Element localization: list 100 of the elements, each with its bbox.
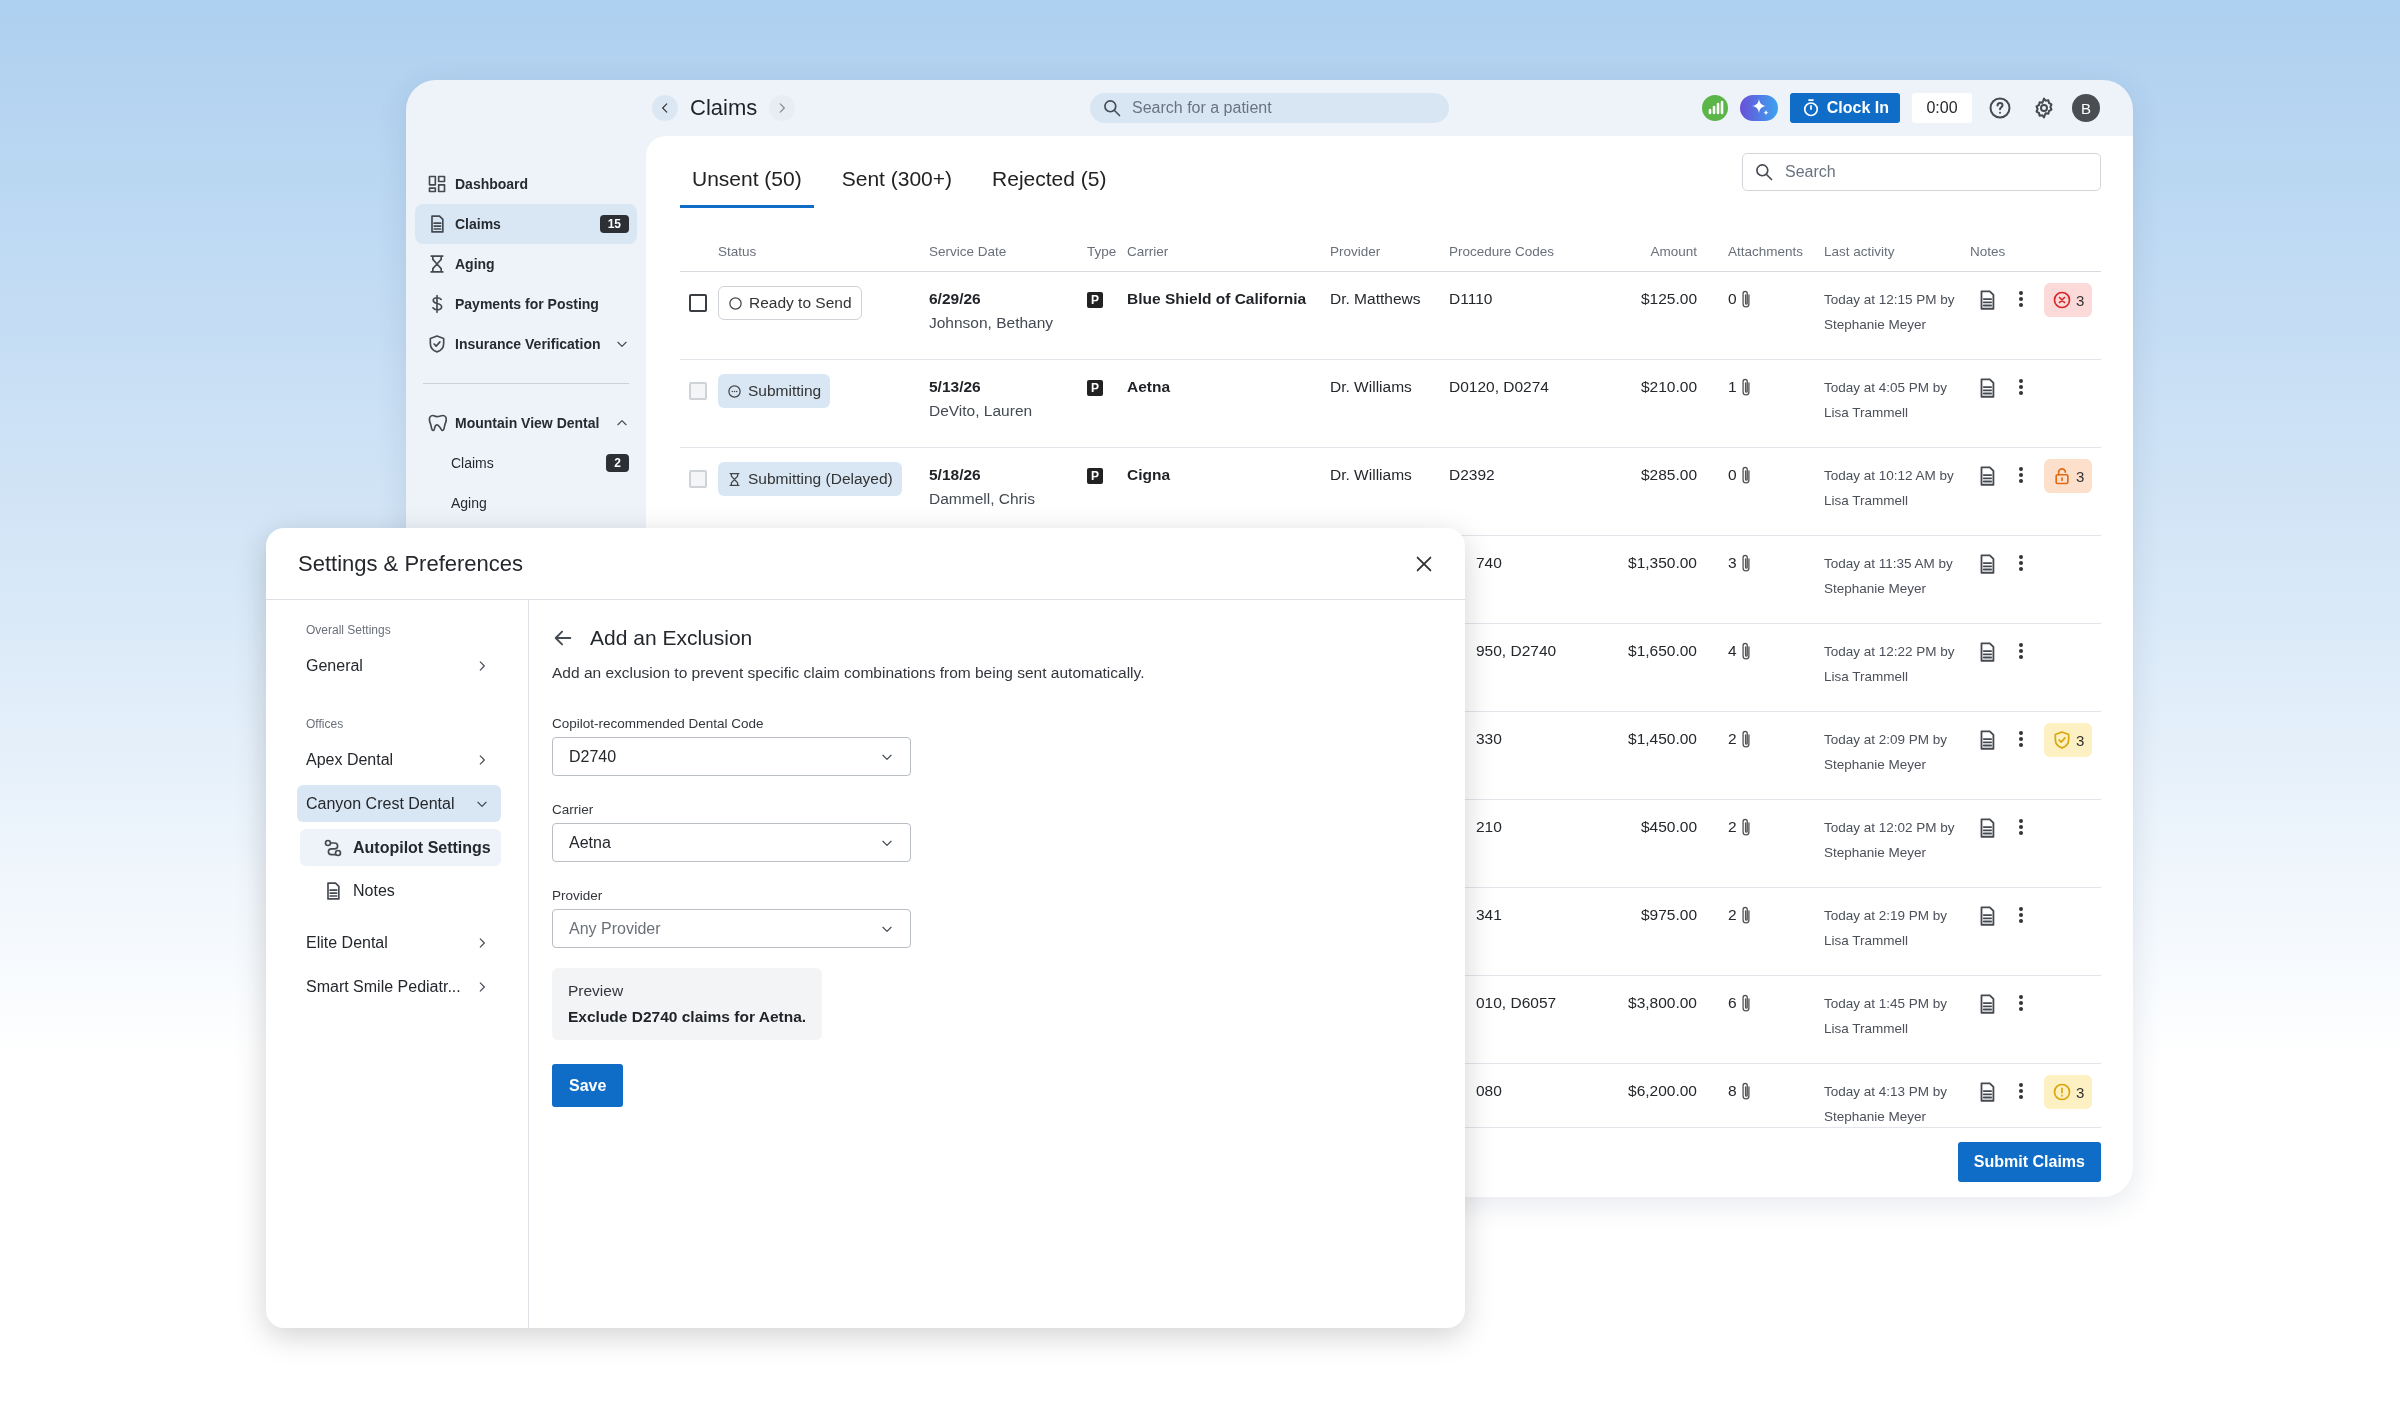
nav-item[interactable]: Autopilot Settings bbox=[300, 829, 501, 866]
last-activity: Today at 12:15 PM by Stephanie Meyer bbox=[1824, 291, 1956, 334]
avatar[interactable]: B bbox=[2072, 94, 2100, 122]
tab[interactable]: Rejected (5) bbox=[980, 152, 1119, 208]
column-header[interactable]: Procedure Codes bbox=[1449, 244, 1555, 259]
amount: $975.00 bbox=[1640, 906, 1697, 923]
attachment-count: 4 bbox=[1728, 642, 1737, 660]
nav-item[interactable]: Canyon Crest Dental bbox=[297, 785, 501, 822]
submit-claims-button[interactable]: Submit Claims bbox=[1957, 1142, 2101, 1182]
search-icon bbox=[1102, 98, 1122, 118]
circle-icon bbox=[728, 295, 743, 311]
nav-item[interactable]: Notes bbox=[300, 872, 501, 909]
carrier-name: Aetna bbox=[1127, 378, 1171, 395]
page-title: Claims bbox=[690, 95, 758, 121]
sidebar-item[interactable]: Mountain View Dental bbox=[415, 403, 637, 443]
column-header[interactable]: Status bbox=[718, 244, 757, 259]
more-icon[interactable] bbox=[2018, 729, 2024, 749]
attachment-count: 3 bbox=[1728, 554, 1737, 572]
column-header[interactable]: Provider bbox=[1330, 244, 1381, 259]
shield-check-icon bbox=[427, 334, 447, 354]
sidebar-item[interactable]: Claims 2 bbox=[415, 443, 637, 483]
sidebar-item[interactable]: Aging bbox=[415, 244, 637, 284]
checkbox[interactable] bbox=[689, 294, 707, 312]
save-button[interactable]: Save bbox=[552, 1064, 624, 1107]
more-icon[interactable] bbox=[2018, 993, 2024, 1013]
last-activity: Today at 2:19 PM by Lisa Trammell bbox=[1824, 907, 1949, 950]
more-icon[interactable] bbox=[2018, 377, 2024, 397]
patient-name: DeVito, Lauren bbox=[929, 402, 1034, 420]
attachment-count: 0 bbox=[1728, 466, 1737, 484]
timer-display: 0:00 bbox=[1912, 93, 1972, 123]
dropdown-field[interactable]: D2740 bbox=[552, 737, 911, 776]
sidebar-item[interactable]: Aging bbox=[415, 483, 637, 523]
status-chip: Submitting bbox=[718, 374, 831, 408]
alert-badge[interactable]: 3 bbox=[2044, 723, 2093, 757]
tab[interactable]: Sent (300+) bbox=[829, 152, 965, 208]
sidebar-item[interactable]: Payments for Posting bbox=[415, 284, 637, 324]
type-tag: P bbox=[1087, 292, 1103, 308]
hourglass-icon bbox=[427, 254, 447, 274]
more-icon[interactable] bbox=[2018, 905, 2024, 925]
dots-circle-icon bbox=[727, 383, 742, 399]
search-icon bbox=[1754, 162, 1774, 182]
dropdown-field[interactable]: Any Provider bbox=[552, 909, 911, 948]
alert-badge[interactable]: 3 bbox=[2044, 283, 2093, 317]
nav-item[interactable]: Apex Dental bbox=[297, 741, 501, 778]
procedure-codes: D1110 bbox=[1449, 290, 1493, 307]
tooth-icon bbox=[427, 413, 447, 433]
help-icon[interactable] bbox=[1988, 96, 2012, 120]
hourglass-icon bbox=[727, 471, 742, 487]
dialog-title: Settings & Preferences bbox=[298, 550, 523, 577]
type-tag: P bbox=[1087, 380, 1103, 396]
clock-in-button[interactable]: Clock In bbox=[1789, 93, 1900, 123]
amount: $6,200.00 bbox=[1628, 1082, 1697, 1099]
column-header[interactable]: Notes bbox=[1970, 244, 2006, 259]
last-activity: Today at 12:02 PM by Stephanie Meyer bbox=[1824, 819, 1956, 862]
more-icon[interactable] bbox=[2018, 1081, 2024, 1101]
service-date: 5/13/26 bbox=[929, 378, 982, 396]
patient-search-field[interactable]: Search for a patient bbox=[1090, 93, 1449, 123]
column-header[interactable]: Amount bbox=[1650, 244, 1697, 259]
description-text: Add an exclusion to prevent specific claim combinations from being sent automatically. bbox=[552, 664, 1146, 682]
patient-name: Dammell, Chris bbox=[929, 490, 1036, 508]
search-field[interactable]: Search bbox=[1742, 153, 2101, 191]
status-chip: Submitting (Delayed) bbox=[718, 462, 902, 496]
patient-name: Johnson, Bethany bbox=[929, 314, 1055, 332]
dropdown-field[interactable]: Aetna bbox=[552, 823, 911, 862]
back-button[interactable] bbox=[652, 95, 678, 121]
nav-item[interactable]: General bbox=[297, 647, 501, 684]
column-header[interactable]: Type bbox=[1087, 244, 1117, 259]
tab[interactable]: Unsent (50) bbox=[680, 152, 814, 208]
more-icon[interactable] bbox=[2018, 465, 2024, 485]
sparkle-icon[interactable] bbox=[1739, 95, 1778, 121]
last-activity: Today at 4:05 PM by Lisa Trammell bbox=[1824, 379, 1949, 422]
sidebar-item[interactable]: Insurance Verification bbox=[415, 324, 637, 364]
sidebar-item[interactable]: Dashboard bbox=[415, 164, 637, 204]
column-header[interactable]: Service Date bbox=[929, 244, 1007, 259]
x-circle-icon bbox=[2052, 290, 2072, 310]
more-icon[interactable] bbox=[2018, 289, 2024, 309]
count-badge: 2 bbox=[606, 454, 629, 472]
column-header[interactable]: Last activity bbox=[1824, 244, 1895, 259]
amount: $450.00 bbox=[1640, 818, 1697, 835]
procedure-codes: D2392 bbox=[1449, 466, 1495, 483]
sidebar-item[interactable]: Claims 15 bbox=[415, 204, 637, 244]
amount: $3,800.00 bbox=[1628, 994, 1697, 1011]
column-header[interactable]: Attachments bbox=[1728, 244, 1804, 259]
column-header[interactable]: Carrier bbox=[1127, 244, 1169, 259]
status-chip: Ready to Send bbox=[718, 286, 862, 320]
chart-icon[interactable] bbox=[1701, 95, 1728, 121]
more-icon[interactable] bbox=[2018, 641, 2024, 661]
last-activity: Today at 12:22 PM by Lisa Trammell bbox=[1824, 643, 1956, 686]
service-date: 5/18/26 bbox=[929, 466, 982, 484]
section-heading: Overall Settings bbox=[306, 623, 392, 637]
more-icon[interactable] bbox=[2018, 817, 2024, 837]
more-icon[interactable] bbox=[2018, 553, 2024, 573]
procedure-codes: 950, D2740 bbox=[1476, 642, 1557, 659]
route-icon bbox=[323, 837, 343, 858]
nav-item[interactable]: Smart Smile Pediatr... bbox=[297, 968, 501, 1005]
nav-item[interactable]: Elite Dental bbox=[297, 924, 501, 961]
padlock-icon bbox=[2052, 466, 2072, 486]
last-activity: Today at 2:09 PM by Stephanie Meyer bbox=[1824, 731, 1949, 774]
provider-name: Dr. Williams bbox=[1330, 466, 1412, 483]
alert-badge[interactable]: 3 bbox=[2044, 1075, 2093, 1109]
